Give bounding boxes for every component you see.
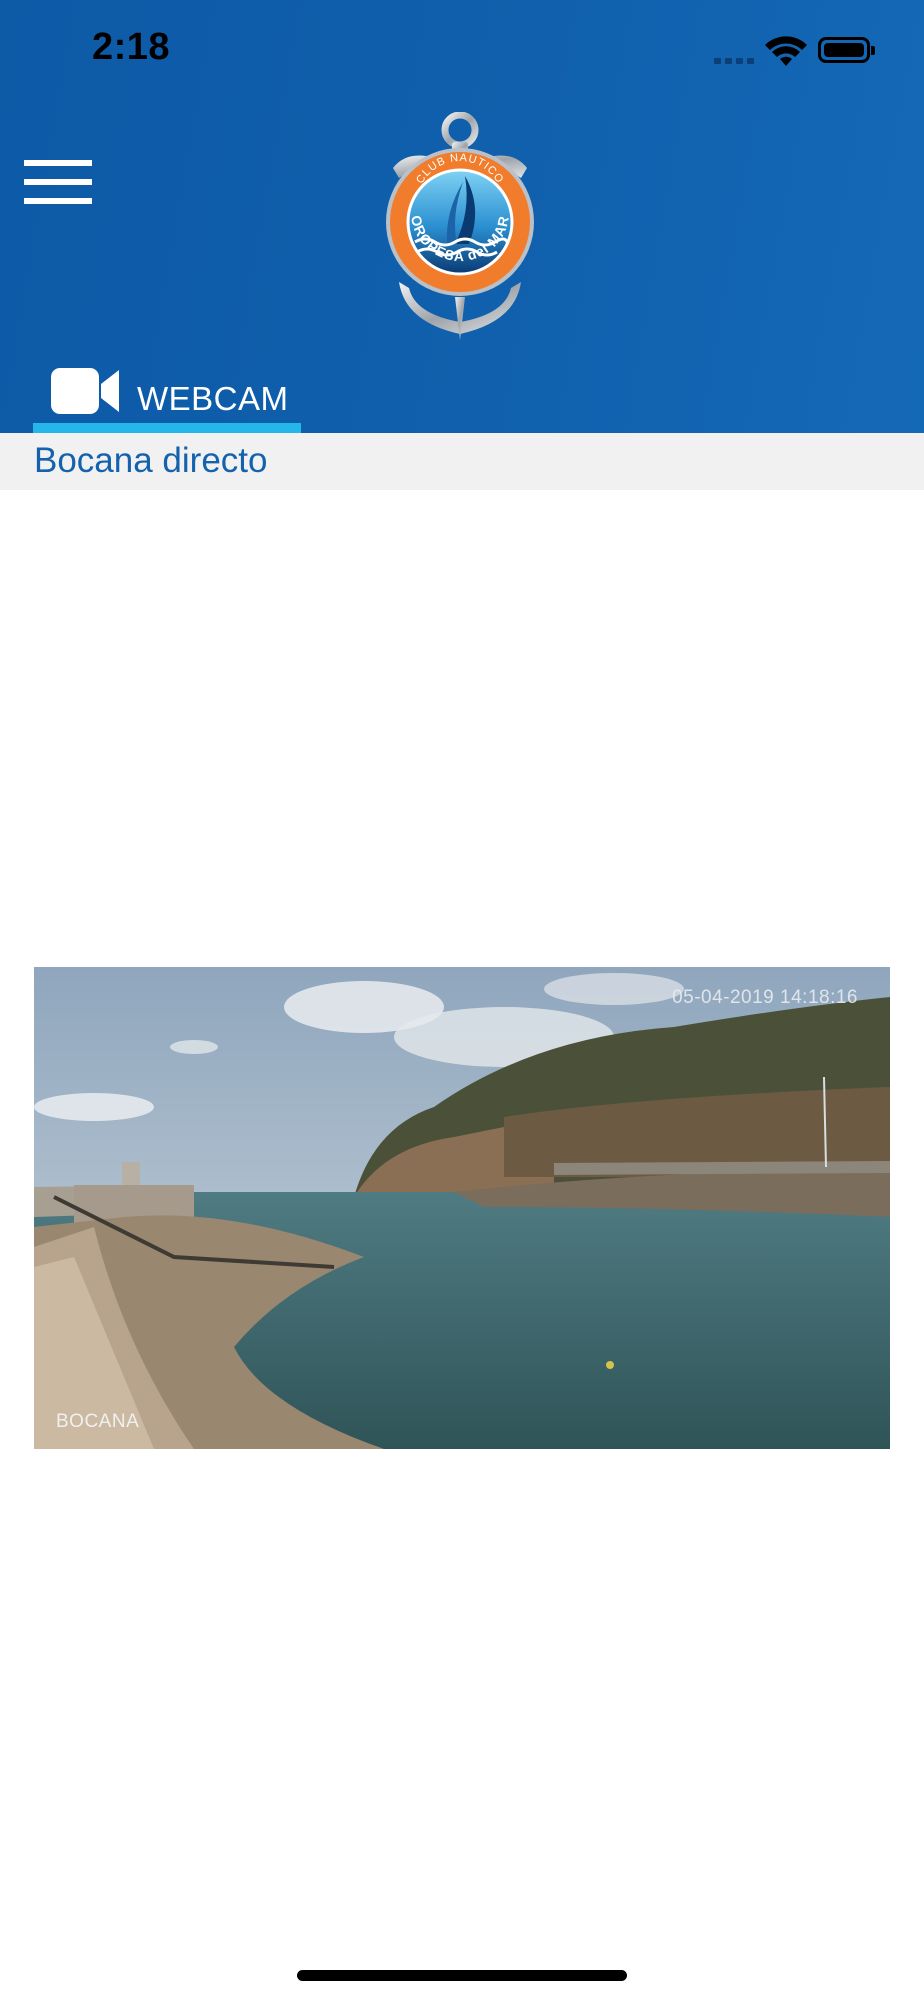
webcam-image[interactable]: 05-04-2019 14:18:16 BOCANA: [34, 967, 890, 1449]
webcam-camera-label: BOCANA: [56, 1411, 140, 1432]
menu-button[interactable]: [24, 160, 92, 204]
section-header: Bocana directo: [0, 433, 924, 490]
active-tab-indicator: [33, 423, 301, 433]
cellular-signal-icon: [714, 54, 758, 64]
battery-icon: [818, 37, 875, 63]
webcam-scene: [34, 967, 890, 1449]
webcam-timestamp: 05-04-2019 14:18:16: [672, 987, 858, 1008]
video-camera-icon: [51, 368, 119, 414]
club-logo[interactable]: CLUB NAUTICO OROPESA del MAR: [385, 112, 535, 342]
tab-label: WEBCAM: [137, 380, 289, 417]
home-indicator[interactable]: [297, 1970, 627, 1981]
section-title: Bocana directo: [34, 441, 268, 480]
tab-webcam[interactable]: WEBCAM: [33, 360, 301, 433]
wifi-icon: [765, 36, 807, 66]
status-time: 2:18: [92, 26, 171, 68]
app-header: 2:18 CLUB NAUTICO OROPESA del MAR WEBCAM: [0, 0, 924, 433]
